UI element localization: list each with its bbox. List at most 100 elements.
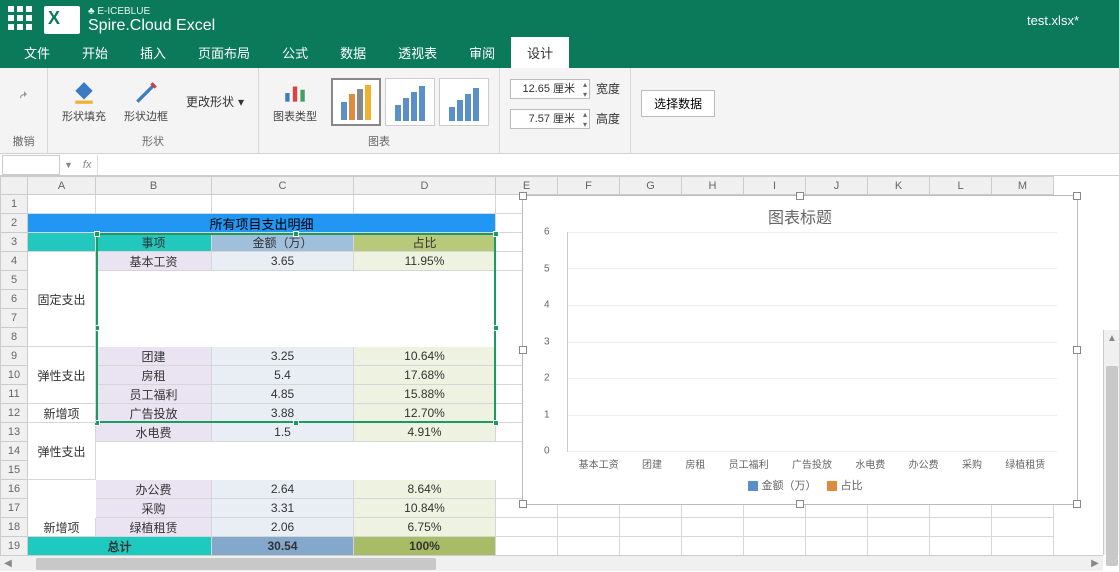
change-shape-button[interactable]: 更改形状 ▾	[182, 91, 248, 112]
col-header-F[interactable]: F	[558, 176, 620, 195]
cell[interactable]	[868, 537, 930, 556]
row-header-18[interactable]: 18	[0, 518, 28, 537]
row-header-3[interactable]: 3	[0, 233, 28, 252]
cell[interactable]: 弹性支出	[28, 423, 96, 480]
cell[interactable]: 10.64%	[354, 347, 496, 366]
chart-type-button[interactable]: 图表类型	[269, 78, 321, 126]
cell[interactable]: 12.70%	[354, 404, 496, 423]
spreadsheet-grid[interactable]: ABCDEFGHIJKLM 12345678910111213141516171…	[0, 176, 1119, 571]
vertical-scrollbar[interactable]: ▲	[1103, 330, 1119, 555]
cell[interactable]	[992, 518, 1054, 537]
cell[interactable]	[806, 518, 868, 537]
cell[interactable]	[620, 518, 682, 537]
row-header-9[interactable]: 9	[0, 347, 28, 366]
cell[interactable]: 5.4	[212, 366, 354, 385]
scroll-up-icon[interactable]: ▲	[1104, 330, 1119, 346]
row-header-19[interactable]: 19	[0, 537, 28, 556]
cell[interactable]: 2.64	[212, 480, 354, 499]
horizontal-scrollbar[interactable]: ◀ ▶	[0, 555, 1103, 571]
row-header-5[interactable]: 5	[0, 271, 28, 290]
row-header-2[interactable]: 2	[0, 214, 28, 233]
cell[interactable]	[496, 518, 558, 537]
tab-页面布局[interactable]: 页面布局	[182, 37, 266, 68]
tab-公式[interactable]: 公式	[266, 37, 324, 68]
tab-插入[interactable]: 插入	[124, 37, 182, 68]
redo-icon[interactable]	[15, 90, 33, 107]
col-header-L[interactable]: L	[930, 176, 992, 195]
chart-title[interactable]: 图表标题	[523, 196, 1077, 232]
chart-width-input[interactable]: 12.65 厘米▴▾	[510, 79, 590, 99]
tab-审阅[interactable]: 审阅	[453, 37, 511, 68]
col-header-D[interactable]: D	[354, 176, 496, 195]
name-box-dropdown-icon[interactable]: ▼	[60, 160, 77, 170]
row-header-10[interactable]: 10	[0, 366, 28, 385]
cell[interactable]: 3.88	[212, 404, 354, 423]
cell[interactable]: 15.88%	[354, 385, 496, 404]
cell[interactable]: 水电费	[96, 423, 212, 442]
cell[interactable]	[682, 537, 744, 556]
chart-style-1[interactable]	[331, 78, 381, 126]
row-header-16[interactable]: 16	[0, 480, 28, 499]
cell[interactable]: 2.06	[212, 518, 354, 537]
row-header-12[interactable]: 12	[0, 404, 28, 423]
scroll-thumb-h[interactable]	[36, 558, 436, 570]
chart-style-2[interactable]	[385, 78, 435, 126]
cell[interactable]: 广告投放	[96, 404, 212, 423]
scroll-thumb-v[interactable]	[1106, 366, 1118, 566]
name-box[interactable]	[2, 155, 60, 175]
cell[interactable]	[558, 537, 620, 556]
side-group-新增项[interactable]: 新增项	[28, 404, 96, 423]
tab-数据[interactable]: 数据	[324, 37, 382, 68]
cell[interactable]: 采购	[96, 499, 212, 518]
shape-border-button[interactable]: 形状边框	[120, 78, 172, 126]
cell[interactable]	[28, 233, 96, 252]
cell[interactable]	[992, 537, 1054, 556]
cell[interactable]: 基本工资	[96, 252, 212, 271]
embedded-chart[interactable]: 图表标题 0123456 基本工资团建房租员工福利广告投放水电费办公费采购绿植租…	[522, 195, 1078, 505]
cell[interactable]	[744, 518, 806, 537]
apps-grid-icon[interactable]	[8, 6, 36, 34]
chart-height-input[interactable]: 7.57 厘米▴▾	[510, 109, 590, 129]
cell[interactable]: 30.54	[212, 537, 354, 556]
formula-input[interactable]	[97, 155, 1119, 175]
cell[interactable]: 4.85	[212, 385, 354, 404]
cell[interactable]: 绿植租赁	[96, 518, 212, 537]
chart-style-3[interactable]	[439, 78, 489, 126]
cell[interactable]: 所有项目支出明细	[28, 214, 496, 233]
tab-文件[interactable]: 文件	[8, 37, 66, 68]
cell[interactable]: 办公费	[96, 480, 212, 499]
cell[interactable]: 总计	[28, 537, 212, 556]
cell[interactable]: 3.25	[212, 347, 354, 366]
col-header-C[interactable]: C	[212, 176, 354, 195]
cell[interactable]	[868, 518, 930, 537]
cell[interactable]: 4.91%	[354, 423, 496, 442]
scroll-left-icon[interactable]: ◀	[0, 556, 16, 572]
cell[interactable]	[930, 537, 992, 556]
cell[interactable]: 团建	[96, 347, 212, 366]
cell[interactable]	[354, 195, 496, 214]
cell[interactable]: 11.95%	[354, 252, 496, 271]
row-header-8[interactable]: 8	[0, 328, 28, 347]
cell[interactable]: 100%	[354, 537, 496, 556]
cell[interactable]	[96, 195, 212, 214]
row-header-15[interactable]: 15	[0, 461, 28, 480]
cell[interactable]	[620, 537, 682, 556]
cell[interactable]: 房租	[96, 366, 212, 385]
col-header-G[interactable]: G	[620, 176, 682, 195]
row-header-14[interactable]: 14	[0, 442, 28, 461]
row-header-7[interactable]: 7	[0, 309, 28, 328]
cell[interactable]: 占比	[354, 233, 496, 252]
cell[interactable]: 事项	[96, 233, 212, 252]
cell[interactable]	[28, 195, 96, 214]
col-header-K[interactable]: K	[868, 176, 930, 195]
col-header-M[interactable]: M	[992, 176, 1054, 195]
cell[interactable]: 8.64%	[354, 480, 496, 499]
row-headers[interactable]: 1234567891011121314151617181920	[0, 195, 28, 571]
side-group-弹性支出[interactable]: 弹性支出	[28, 347, 96, 404]
cell[interactable]	[744, 537, 806, 556]
cell[interactable]	[930, 518, 992, 537]
cell[interactable]	[806, 537, 868, 556]
col-header-H[interactable]: H	[682, 176, 744, 195]
scroll-right-icon[interactable]: ▶	[1087, 556, 1103, 572]
cell[interactable]	[682, 518, 744, 537]
